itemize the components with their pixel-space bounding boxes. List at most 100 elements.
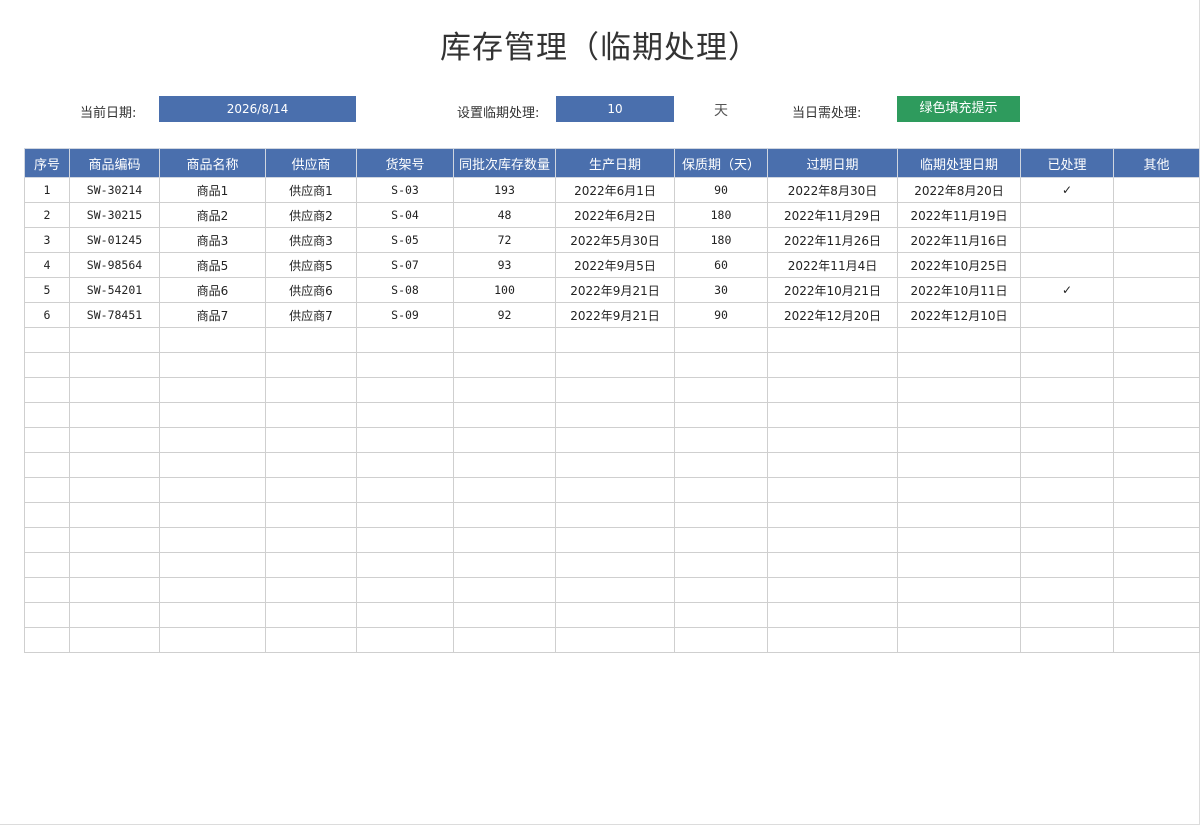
empty-cell[interactable] — [674, 352, 768, 378]
empty-cell[interactable] — [159, 402, 266, 428]
cell-batch-qty[interactable]: 93 — [453, 252, 556, 278]
cell-index[interactable]: 3 — [24, 227, 70, 253]
empty-cell[interactable] — [1020, 502, 1114, 528]
cell-shelf[interactable]: S-05 — [356, 227, 454, 253]
cell-supplier[interactable]: 供应商3 — [265, 227, 357, 253]
cell-near-expiry-date[interactable]: 2022年11月19日 — [897, 202, 1021, 228]
empty-cell[interactable] — [159, 427, 266, 453]
empty-cell[interactable] — [767, 502, 898, 528]
empty-cell[interactable] — [767, 377, 898, 403]
cell-production-date[interactable]: 2022年9月5日 — [555, 252, 675, 278]
col-header-index[interactable]: 序号 — [24, 148, 70, 178]
empty-cell[interactable] — [555, 327, 675, 353]
col-header-shelf-life[interactable]: 保质期（天） — [674, 148, 768, 178]
cell-shelf[interactable]: S-08 — [356, 277, 454, 303]
empty-cell[interactable] — [159, 502, 266, 528]
empty-cell[interactable] — [356, 627, 454, 653]
cell-product-code[interactable]: SW-78451 — [69, 302, 160, 328]
empty-cell[interactable] — [555, 377, 675, 403]
empty-cell[interactable] — [356, 527, 454, 553]
empty-cell[interactable] — [356, 502, 454, 528]
empty-cell[interactable] — [69, 352, 160, 378]
empty-cell[interactable] — [767, 427, 898, 453]
empty-cell[interactable] — [356, 427, 454, 453]
empty-cell[interactable] — [1113, 577, 1200, 603]
cell-index[interactable]: 6 — [24, 302, 70, 328]
empty-cell[interactable] — [1113, 377, 1200, 403]
current-date-field[interactable]: 2026/8/14 — [159, 96, 356, 122]
cell-product-code[interactable]: SW-30214 — [69, 177, 160, 203]
cell-other[interactable] — [1113, 302, 1200, 328]
empty-cell[interactable] — [897, 352, 1021, 378]
empty-cell[interactable] — [69, 402, 160, 428]
cell-expiry-date[interactable]: 2022年11月26日 — [767, 227, 898, 253]
empty-cell[interactable] — [24, 327, 70, 353]
empty-cell[interactable] — [897, 427, 1021, 453]
empty-cell[interactable] — [767, 552, 898, 578]
cell-other[interactable] — [1113, 277, 1200, 303]
cell-shelf-life[interactable]: 180 — [674, 202, 768, 228]
empty-cell[interactable] — [555, 552, 675, 578]
cell-other[interactable] — [1113, 227, 1200, 253]
empty-cell[interactable] — [265, 327, 357, 353]
cell-other[interactable] — [1113, 177, 1200, 203]
cell-batch-qty[interactable]: 72 — [453, 227, 556, 253]
empty-cell[interactable] — [897, 552, 1021, 578]
cell-processed[interactable] — [1020, 302, 1114, 328]
col-header-processed[interactable]: 已处理 — [1020, 148, 1114, 178]
empty-cell[interactable] — [24, 552, 70, 578]
empty-cell[interactable] — [674, 327, 768, 353]
col-header-expiry-date[interactable]: 过期日期 — [767, 148, 898, 178]
empty-cell[interactable] — [555, 477, 675, 503]
empty-cell[interactable] — [1020, 577, 1114, 603]
cell-supplier[interactable]: 供应商2 — [265, 202, 357, 228]
cell-shelf[interactable]: S-09 — [356, 302, 454, 328]
cell-shelf-life[interactable]: 30 — [674, 277, 768, 303]
cell-production-date[interactable]: 2022年6月1日 — [555, 177, 675, 203]
cell-expiry-date[interactable]: 2022年10月21日 — [767, 277, 898, 303]
empty-cell[interactable] — [1113, 352, 1200, 378]
empty-cell[interactable] — [1113, 502, 1200, 528]
empty-cell[interactable] — [69, 527, 160, 553]
empty-cell[interactable] — [674, 452, 768, 478]
empty-cell[interactable] — [69, 627, 160, 653]
empty-cell[interactable] — [767, 527, 898, 553]
empty-cell[interactable] — [159, 452, 266, 478]
empty-cell[interactable] — [356, 577, 454, 603]
empty-cell[interactable] — [453, 502, 556, 528]
empty-cell[interactable] — [674, 477, 768, 503]
cell-shelf-life[interactable]: 90 — [674, 302, 768, 328]
empty-cell[interactable] — [265, 527, 357, 553]
empty-cell[interactable] — [1113, 402, 1200, 428]
col-header-production-date[interactable]: 生产日期 — [555, 148, 675, 178]
empty-cell[interactable] — [265, 452, 357, 478]
empty-cell[interactable] — [356, 377, 454, 403]
empty-cell[interactable] — [897, 627, 1021, 653]
empty-cell[interactable] — [159, 477, 266, 503]
empty-cell[interactable] — [69, 477, 160, 503]
empty-cell[interactable] — [69, 602, 160, 628]
empty-cell[interactable] — [24, 477, 70, 503]
empty-cell[interactable] — [159, 327, 266, 353]
empty-cell[interactable] — [1020, 452, 1114, 478]
empty-cell[interactable] — [453, 552, 556, 578]
cell-product-code[interactable]: SW-30215 — [69, 202, 160, 228]
empty-cell[interactable] — [453, 577, 556, 603]
empty-cell[interactable] — [265, 577, 357, 603]
empty-cell[interactable] — [24, 602, 70, 628]
empty-cell[interactable] — [1020, 427, 1114, 453]
empty-cell[interactable] — [356, 352, 454, 378]
empty-cell[interactable] — [356, 452, 454, 478]
empty-cell[interactable] — [674, 402, 768, 428]
empty-cell[interactable] — [674, 427, 768, 453]
empty-cell[interactable] — [24, 377, 70, 403]
empty-cell[interactable] — [265, 402, 357, 428]
empty-cell[interactable] — [159, 552, 266, 578]
empty-cell[interactable] — [897, 602, 1021, 628]
cell-shelf[interactable]: S-03 — [356, 177, 454, 203]
empty-cell[interactable] — [265, 602, 357, 628]
empty-cell[interactable] — [767, 352, 898, 378]
empty-cell[interactable] — [555, 602, 675, 628]
cell-supplier[interactable]: 供应商1 — [265, 177, 357, 203]
empty-cell[interactable] — [1113, 552, 1200, 578]
